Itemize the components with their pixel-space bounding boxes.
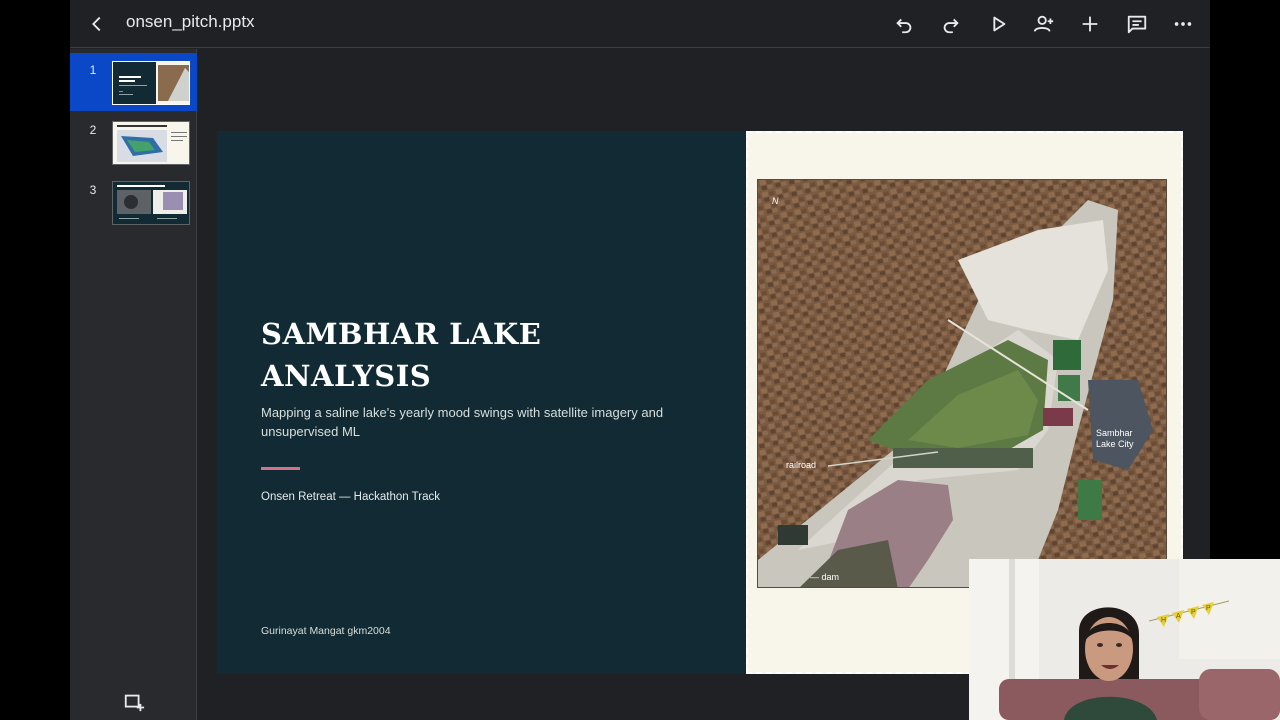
slide-number: 3 [89,183,97,197]
event-text[interactable]: Onsen Retreat — Hackathon Track [261,491,440,503]
banner-letter: P [1206,605,1211,612]
comment-icon[interactable] [1121,8,1153,40]
thumbnail-image [112,61,190,105]
file-name: onsen_pitch.pptx [126,12,255,31]
slide-left-panel: SAMBHAR LAKE ANALYSIS Mapping a saline l… [217,131,746,674]
slide-thumbnail-2[interactable]: 2 [70,113,197,171]
north-label: N [772,196,779,206]
thumbnail-image [112,121,190,165]
dam-label: — dam [810,572,839,582]
city-label-line2: Lake City [1096,439,1134,449]
redo-icon[interactable] [935,8,967,40]
plus-icon[interactable] [1074,8,1106,40]
slide-subtitle[interactable]: Mapping a saline lake's yearly mood swin… [261,403,701,441]
undo-icon[interactable] [888,8,920,40]
author-text[interactable]: Gurinayat Mangat gkm2004 [261,625,391,637]
banner-letter: A [1176,613,1181,620]
add-person-icon[interactable] [1028,8,1060,40]
webcam-overlay: H A P P [969,559,1280,720]
railroad-label: railroad [786,460,816,470]
slide-number: 1 [89,63,97,77]
slide-number: 2 [89,123,97,137]
play-icon[interactable] [982,8,1014,40]
slide-title[interactable]: SAMBHAR LAKE ANALYSIS [261,313,701,397]
banner-letter: P [1191,609,1196,616]
city-label-line1: Sambhar [1096,428,1133,438]
thumbnail-image [112,181,190,225]
slide-thumbnail-3[interactable]: 3 [70,173,197,231]
top-toolbar: onsen_pitch.pptx [70,0,1210,48]
more-icon[interactable] [1167,8,1199,40]
accent-divider [261,467,300,470]
back-arrow-icon[interactable] [81,8,113,40]
banner-letter: H [1161,617,1166,624]
slide-thumbnail-1[interactable]: 1 [70,53,197,111]
slide-thumbnail-panel: 1 2 3 [70,49,197,720]
add-slide-icon[interactable] [120,690,148,714]
satellite-image[interactable]: N Sambhar Lake City railroad — dam [757,179,1167,588]
